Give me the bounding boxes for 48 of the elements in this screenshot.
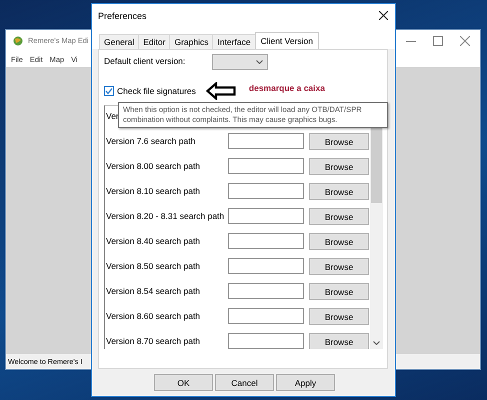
path-input-field[interactable] xyxy=(228,308,304,324)
browse-button[interactable]: Browse xyxy=(309,308,369,325)
path-label: Version 8.54 search path xyxy=(106,285,200,296)
path-label: Version 8.60 search path xyxy=(106,310,200,321)
browse-button[interactable]: Browse xyxy=(309,183,369,200)
path-input-field[interactable] xyxy=(228,183,304,199)
annotation-text: desmarque a caixa xyxy=(248,83,325,93)
dialog-button[interactable]: OK xyxy=(154,374,213,391)
tab[interactable]: Interface xyxy=(212,34,256,49)
checkbox[interactable] xyxy=(104,86,114,96)
path-input-field[interactable] xyxy=(228,158,304,174)
checkbox-label: Check file signatures xyxy=(117,86,196,96)
path-label: Version 8.00 search path xyxy=(106,160,200,171)
path-input-field[interactable] xyxy=(228,208,304,224)
browse-button[interactable]: Browse xyxy=(309,158,369,175)
left-arrow-icon xyxy=(206,82,236,100)
path-label: Version 7.6 search path xyxy=(106,135,196,146)
close-icon[interactable] xyxy=(379,11,388,20)
chevron-down-icon[interactable] xyxy=(373,341,380,345)
tab[interactable]: Editor xyxy=(138,34,170,49)
tab[interactable]: Client Version xyxy=(254,32,320,49)
path-label: Version 8.50 search path xyxy=(106,260,200,271)
path-label: Ver xyxy=(106,110,119,121)
path-input-field[interactable] xyxy=(228,233,304,249)
browse-button[interactable]: Browse xyxy=(309,208,369,225)
maximize-icon[interactable] xyxy=(433,36,443,46)
browse-button[interactable]: Browse xyxy=(309,333,369,349)
tab[interactable]: Graphics xyxy=(169,34,214,49)
browse-button[interactable]: Browse xyxy=(309,233,369,250)
browse-button[interactable]: Browse xyxy=(309,283,369,300)
dialog-button[interactable]: Apply xyxy=(276,374,335,391)
path-label: Version 8.40 search path xyxy=(106,235,200,246)
path-input-field[interactable] xyxy=(228,133,304,149)
app-globe-icon xyxy=(13,36,23,46)
client-version-dropdown[interactable] xyxy=(212,54,268,70)
tab[interactable]: General xyxy=(99,34,140,49)
path-label: Version 8.70 search path xyxy=(106,335,200,346)
path-label: Version 8.10 search path xyxy=(106,185,200,196)
chevron-down-icon xyxy=(256,60,263,64)
field-label: Default client version: xyxy=(104,55,186,66)
dialog-button[interactable]: Cancel xyxy=(215,374,274,391)
browse-button[interactable]: Browse xyxy=(309,133,369,150)
path-input-field[interactable] xyxy=(228,283,304,299)
path-input-field[interactable] xyxy=(228,258,304,274)
path-input-field[interactable] xyxy=(228,333,304,349)
path-label: Version 8.20 - 8.31 search path xyxy=(106,210,224,221)
browse-button[interactable]: Browse xyxy=(309,258,369,275)
dialog-title: Preferences xyxy=(98,10,147,20)
